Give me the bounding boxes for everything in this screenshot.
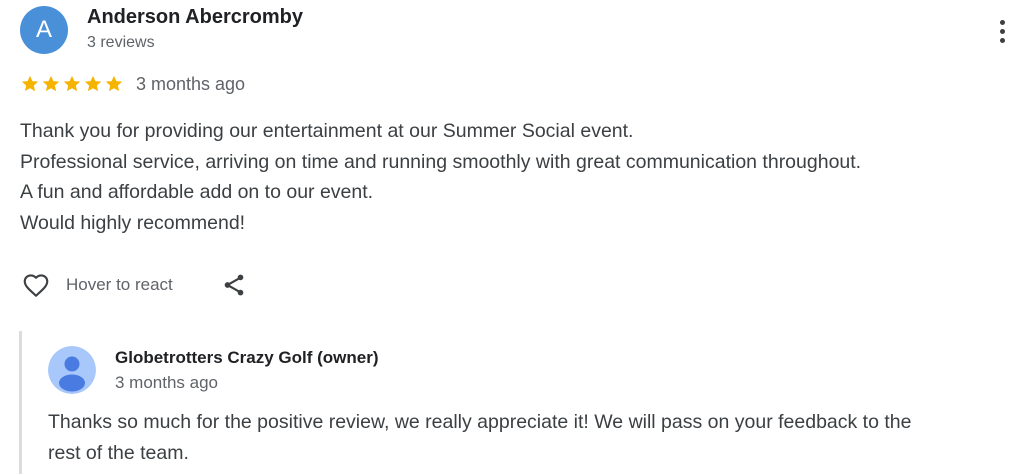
star-icon (63, 75, 81, 92)
react-label[interactable]: Hover to react (66, 275, 173, 295)
star-icon (21, 75, 39, 92)
owner-avatar[interactable] (48, 346, 96, 394)
star-icon (42, 75, 60, 92)
owner-reply-text: Thanks so much for the positive review, … (48, 407, 1010, 468)
more-vert-icon (999, 19, 1005, 25)
review-actions: Hover to react (20, 270, 247, 300)
rating-row: 3 months ago (20, 72, 245, 96)
heart-outline-icon[interactable] (20, 270, 52, 300)
star-icon (84, 75, 102, 92)
owner-reply-line: rest of the team. (48, 441, 189, 464)
owner-reply-line: Thanks so much for the positive review, … (48, 411, 912, 433)
owner-reply-divider (19, 331, 22, 474)
review-text-line: Professional service, arriving on time a… (20, 150, 862, 173)
reviewer-avatar[interactable]: A (20, 6, 68, 54)
share-icon[interactable] (221, 271, 247, 299)
reviewer-name[interactable]: Anderson Abercromby (87, 6, 303, 29)
star-icon (105, 75, 123, 92)
review-date: 3 months ago (136, 73, 246, 94)
owner-reply-date: 3 months ago (115, 373, 219, 392)
default-profile-icon (48, 346, 96, 394)
more-vert-icon-dot (999, 28, 1005, 34)
review-card: A Anderson Abercromby 3 reviews 3 months… (0, 0, 1024, 474)
review-text-line: Would highly recommend! (20, 211, 246, 234)
star-rating (20, 74, 124, 94)
review-text-line: A fun and affordable add on to our event… (20, 181, 374, 203)
review-text: Thank you for providing our entertainmen… (20, 116, 1010, 238)
review-count: 3 reviews (87, 34, 155, 51)
more-vert-icon-dot (999, 37, 1005, 43)
review-text-line: Thank you for providing our entertainmen… (20, 120, 634, 142)
owner-name[interactable]: Globetrotters Crazy Golf (owner) (115, 348, 379, 368)
more-options-button[interactable] (990, 14, 1014, 48)
